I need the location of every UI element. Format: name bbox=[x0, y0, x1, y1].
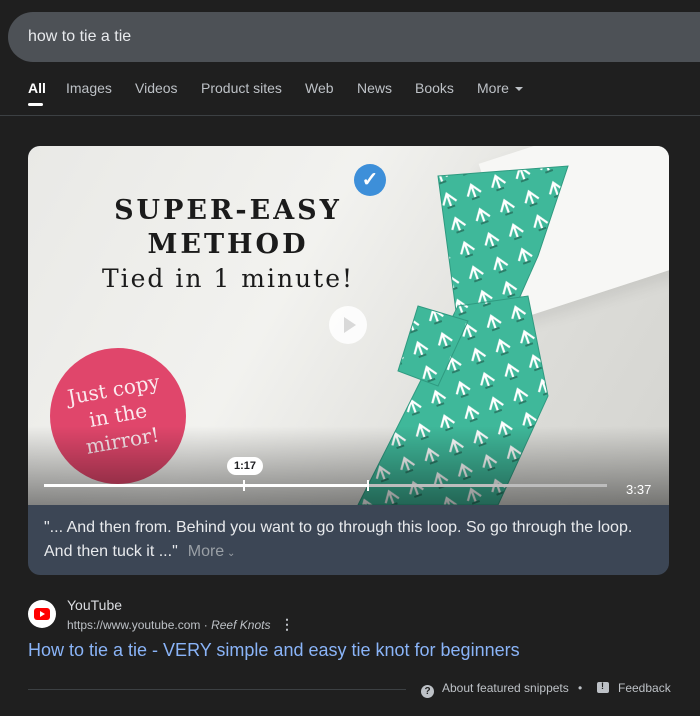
tab-product-sites[interactable]: Product sites bbox=[201, 80, 282, 96]
snippet-text: "... And then from. Behind you want to g… bbox=[44, 516, 656, 566]
snippet-quote: "... And then from. Behind you want to g… bbox=[44, 519, 633, 560]
video-thumbnail[interactable]: ✓ SUPER-EASY METHOD Tied in 1 minute! Ju… bbox=[28, 146, 669, 505]
video-scrim bbox=[28, 426, 669, 505]
url-text: https://www.youtube.com bbox=[67, 618, 201, 632]
feedback-label: Feedback bbox=[618, 681, 671, 695]
about-label: About featured snippets bbox=[442, 681, 569, 695]
tab-more[interactable]: More bbox=[477, 80, 523, 96]
feedback-icon bbox=[597, 681, 609, 693]
headline-line: SUPER-EASY bbox=[114, 195, 342, 226]
site-name: YouTube bbox=[67, 597, 123, 613]
result-source[interactable]: YouTube https://www.youtube.com · Reef K… bbox=[28, 596, 678, 636]
help-icon: ? bbox=[421, 685, 434, 698]
site-url: https://www.youtube.com · Reef Knots bbox=[67, 618, 270, 632]
verified-check-icon: ✓ bbox=[354, 164, 386, 196]
progress-marker[interactable] bbox=[243, 480, 245, 491]
active-tab-indicator bbox=[28, 103, 43, 106]
search-input[interactable]: how to tie a tie bbox=[28, 28, 131, 46]
url-breadcrumb: Reef Knots bbox=[211, 618, 271, 632]
chevron-down-icon bbox=[514, 87, 523, 92]
chevron-down-icon: ⌄ bbox=[224, 548, 236, 559]
video-duration: 3:37 bbox=[626, 482, 652, 497]
tab-news[interactable]: News bbox=[357, 80, 392, 96]
play-icon[interactable] bbox=[329, 306, 367, 344]
more-button[interactable]: More ⌄ bbox=[188, 543, 236, 560]
divider bbox=[28, 689, 406, 690]
headline-line: Tied in 1 minute! bbox=[101, 264, 355, 293]
footer-separator: • bbox=[578, 681, 583, 695]
tab-videos[interactable]: Videos bbox=[135, 80, 178, 96]
progress-played bbox=[44, 484, 244, 487]
more-options-icon[interactable]: ⋮ bbox=[280, 616, 294, 633]
tab-label: More bbox=[477, 80, 509, 96]
thumbnail-headline: SUPER-EASY METHOD Tied in 1 minute! bbox=[68, 194, 388, 293]
more-label: More bbox=[187, 543, 225, 560]
tab-label: All bbox=[28, 80, 46, 96]
url-separator: · bbox=[203, 618, 208, 632]
featured-snippet-card: ✓ SUPER-EASY METHOD Tied in 1 minute! Ju… bbox=[28, 146, 669, 575]
tab-all[interactable]: All bbox=[28, 80, 46, 106]
tab-web[interactable]: Web bbox=[305, 80, 334, 96]
about-featured-snippets[interactable]: ? About featured snippets bbox=[421, 681, 569, 698]
current-time: 1:17 bbox=[227, 457, 263, 475]
result-title-link[interactable]: How to tie a tie - VERY simple and easy … bbox=[28, 640, 520, 661]
progress-key-moment bbox=[244, 484, 368, 487]
youtube-icon bbox=[28, 600, 56, 628]
tab-books[interactable]: Books bbox=[415, 80, 454, 96]
tab-images[interactable]: Images bbox=[66, 80, 112, 96]
progress-marker[interactable] bbox=[367, 480, 369, 491]
divider bbox=[0, 115, 700, 116]
feedback-button[interactable]: Feedback bbox=[597, 681, 671, 695]
search-bar[interactable]: how to tie a tie bbox=[8, 12, 700, 62]
headline-line: METHOD bbox=[147, 229, 309, 260]
